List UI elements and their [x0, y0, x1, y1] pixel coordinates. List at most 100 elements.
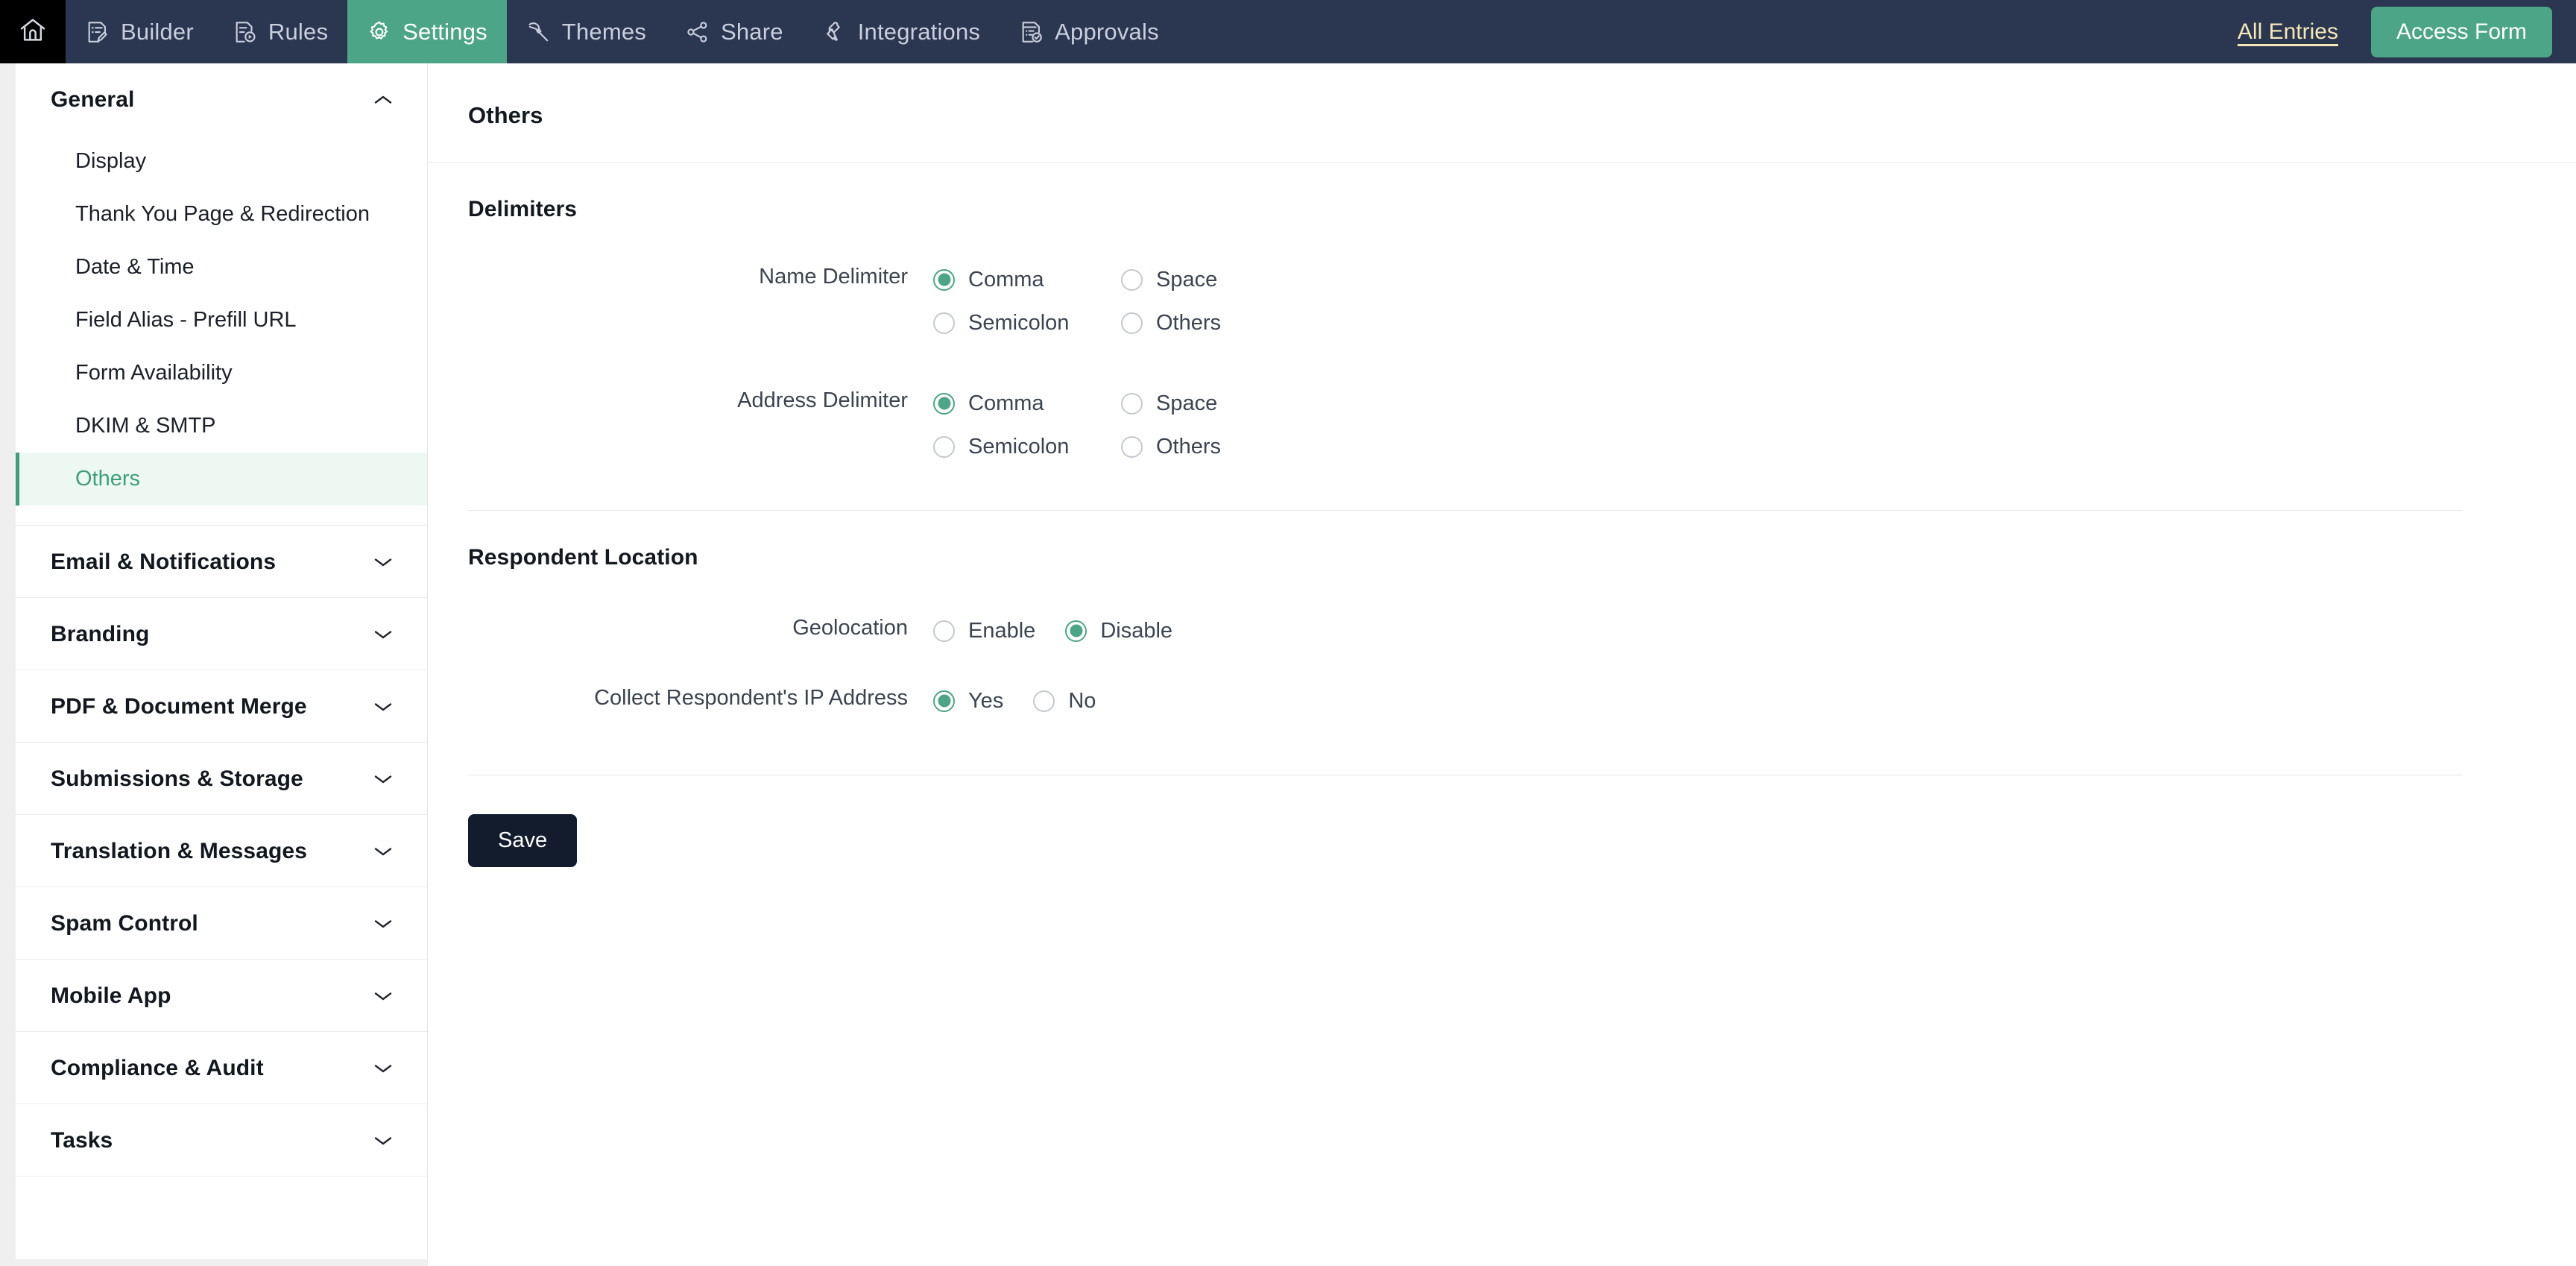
radio-option-collect-ip-no[interactable]: No [1033, 679, 1096, 722]
tab-label: Share [720, 18, 783, 45]
radio-option-name-comma[interactable]: Comma [933, 258, 1121, 301]
sidebar-group-compliance-audit: Compliance & Audit [16, 1032, 427, 1104]
radio-indicator[interactable] [1121, 312, 1143, 334]
tab-label: Integrations [857, 18, 981, 45]
radio-indicator[interactable] [933, 435, 955, 458]
puzzle-piece-icon [822, 19, 847, 45]
radio-indicator[interactable] [933, 620, 955, 642]
radio-option-address-others[interactable]: Others [1121, 425, 1309, 468]
tab-rules[interactable]: Rules [213, 0, 347, 63]
tab-integrations[interactable]: Integrations [803, 0, 1000, 63]
chevron-down-icon[interactable] [372, 845, 394, 858]
topbar-actions: All Entries Access Form [2238, 0, 2576, 63]
tab-approvals[interactable]: Approvals [1000, 0, 1178, 63]
all-entries-link[interactable]: All Entries [2238, 19, 2338, 45]
sidebar-group-header-tasks[interactable]: Tasks [16, 1104, 427, 1176]
tab-label: Themes [561, 18, 646, 45]
sidebar-group-mobile-app: Mobile App [16, 960, 427, 1032]
radio-option-geolocation-enable[interactable]: Enable [933, 609, 1035, 652]
radio-label: Comma [968, 267, 1044, 292]
chevron-down-icon[interactable] [372, 917, 394, 930]
chevron-down-icon[interactable] [372, 1062, 394, 1075]
sidebar-item-date-time[interactable]: Date & Time [16, 241, 427, 294]
radio-option-address-semicolon[interactable]: Semicolon [933, 425, 1121, 468]
sidebar-group-title: Email & Notifications [51, 549, 277, 574]
field-row-name-delimiter: Name Delimiter Comma Semicolon Space Oth… [428, 258, 2576, 344]
sidebar-item-others[interactable]: Others [16, 453, 427, 506]
sidebar-group-header-translation-messages[interactable]: Translation & Messages [16, 815, 427, 886]
radio-option-name-space[interactable]: Space [1121, 258, 1309, 301]
tab-label: Settings [402, 18, 487, 45]
sidebar-group-header-pdf-document-merge[interactable]: PDF & Document Merge [16, 670, 427, 742]
sidebar-item-form-availability[interactable]: Form Availability [16, 347, 427, 400]
chevron-down-icon[interactable] [372, 555, 394, 569]
chevron-up-icon[interactable] [372, 93, 394, 107]
radio-option-name-semicolon[interactable]: Semicolon [933, 301, 1121, 344]
radio-indicator[interactable] [1121, 268, 1143, 291]
sidebar-item-field-alias[interactable]: Field Alias - Prefill URL [16, 294, 427, 347]
field-row-geolocation: Geolocation Enable Disable [428, 609, 2576, 652]
radio-indicator[interactable] [1033, 690, 1055, 712]
home-button[interactable] [0, 0, 66, 63]
sidebar-item-dkim-smtp[interactable]: DKIM & SMTP [16, 400, 427, 453]
page-body: General Display Thank You Page & Redirec… [0, 63, 2576, 1266]
tab-themes[interactable]: Themes [507, 0, 666, 63]
sidebar-item-display[interactable]: Display [16, 135, 427, 188]
radio-indicator[interactable] [933, 392, 955, 415]
access-form-button[interactable]: Access Form [2370, 6, 2552, 57]
radio-indicator[interactable] [933, 268, 955, 291]
approval-check-icon [1019, 19, 1044, 45]
radio-indicator[interactable] [1065, 620, 1087, 642]
sidebar-group-spam-control: Spam Control [16, 887, 427, 960]
sidebar-group-title: Branding [51, 622, 150, 646]
sidebar-group-header-email-notifications[interactable]: Email & Notifications [16, 526, 427, 597]
radio-option-address-comma[interactable]: Comma [933, 382, 1121, 425]
radio-indicator[interactable] [1121, 435, 1143, 458]
sidebar-group-header-branding[interactable]: Branding [16, 598, 427, 670]
settings-sidebar: General Display Thank You Page & Redirec… [16, 63, 428, 1259]
radio-indicator[interactable] [1121, 392, 1143, 415]
sidebar-group-header-general[interactable]: General [16, 63, 427, 135]
radio-option-name-others[interactable]: Others [1121, 301, 1309, 344]
radio-label: Space [1156, 267, 1218, 292]
field-label-name-delimiter: Name Delimiter [759, 265, 908, 289]
form-builder-icon [85, 19, 110, 45]
rules-icon [233, 19, 258, 45]
sidebar-group-title: General [51, 87, 135, 112]
radio-label: Others [1156, 310, 1222, 335]
sidebar-group-header-mobile-app[interactable]: Mobile App [16, 960, 427, 1031]
sidebar-group-title: Compliance & Audit [51, 1056, 264, 1080]
tab-share[interactable]: Share [666, 0, 803, 63]
chevron-down-icon[interactable] [372, 700, 394, 714]
radio-group-address-delimiter: Comma Semicolon Space Others [933, 382, 1309, 468]
sidebar-group-title: Tasks [51, 1128, 113, 1153]
radio-option-address-space[interactable]: Space [1121, 382, 1309, 425]
radio-option-geolocation-disable[interactable]: Disable [1065, 609, 1172, 652]
sidebar-group-translation-messages: Translation & Messages [16, 815, 427, 887]
sidebar-group-general: General Display Thank You Page & Redirec… [16, 63, 427, 526]
field-label-geolocation: Geolocation [792, 616, 908, 640]
radio-option-collect-ip-yes[interactable]: Yes [933, 679, 1003, 722]
radio-indicator[interactable] [933, 312, 955, 334]
sidebar-group-header-compliance-audit[interactable]: Compliance & Audit [16, 1032, 427, 1103]
sidebar-group-submissions-storage: Submissions & Storage [16, 743, 427, 815]
radio-label: Enable [968, 618, 1036, 643]
radio-label: Space [1156, 391, 1218, 415]
radio-group-name-delimiter: Comma Semicolon Space Others [933, 258, 1309, 344]
save-button[interactable]: Save [468, 814, 578, 867]
tab-label: Rules [268, 18, 329, 45]
chevron-down-icon[interactable] [372, 772, 394, 786]
sidebar-group-header-submissions-storage[interactable]: Submissions & Storage [16, 743, 427, 814]
tab-builder[interactable]: Builder [66, 0, 213, 63]
radio-label: Comma [968, 391, 1044, 415]
chevron-down-icon[interactable] [372, 1134, 394, 1147]
paint-roller-icon [526, 19, 552, 45]
sidebar-group-header-spam-control[interactable]: Spam Control [16, 887, 427, 959]
radio-indicator[interactable] [933, 690, 955, 712]
section-title-delimiters: Delimiters [468, 197, 578, 221]
sidebar-item-thank-you-page[interactable]: Thank You Page & Redirection [16, 188, 427, 241]
chevron-down-icon[interactable] [372, 628, 394, 641]
chevron-down-icon[interactable] [372, 989, 394, 1003]
tab-settings[interactable]: Settings [347, 0, 507, 63]
section-title-respondent-location: Respondent Location [468, 545, 698, 570]
